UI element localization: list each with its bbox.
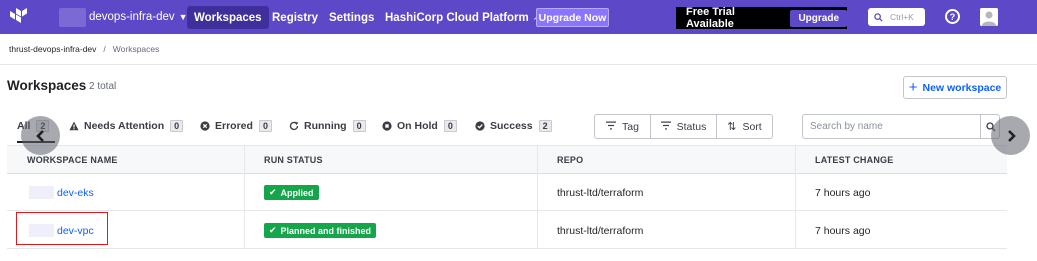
status-filter-label: Status <box>676 120 707 133</box>
workspace-link[interactable]: dev-eks <box>57 187 94 199</box>
count-badge: 2 <box>538 120 552 132</box>
new-workspace-button[interactable]: + New workspace <box>903 76 1007 99</box>
nav-label: HashiCorp Cloud Platform <box>385 11 529 24</box>
workspace-name-cell: dev-eks <box>29 174 94 211</box>
highlight-annotation-box <box>16 212 108 245</box>
divider <box>0 64 1037 65</box>
count-badge: 0 <box>258 120 272 132</box>
help-icon[interactable]: ? <box>945 9 960 24</box>
sort-label: Sort <box>742 120 762 133</box>
filter-tab-errored[interactable]: Errored 0 <box>200 114 272 138</box>
filter-tab-label: Errored <box>215 120 253 132</box>
count-badge: 0 <box>170 120 184 132</box>
breadcrumb: thrust-devops-infra-dev / Workspaces <box>9 44 159 54</box>
column-header-run-status[interactable]: RUN STATUS <box>264 146 323 174</box>
workspace-count: 2 total <box>89 81 117 92</box>
top-navigation-bar: devops-infra-dev ▼ Workspaces Registry S… <box>0 0 1037 34</box>
filter-tab-label: Success <box>490 120 533 132</box>
search-icon <box>874 12 883 22</box>
table-row[interactable]: dev-vpc ✔ Planned and finished thrust-lt… <box>7 212 1007 249</box>
column-header-latest-change[interactable]: LATEST CHANGE <box>815 146 893 174</box>
filter-icon <box>660 121 671 133</box>
count-badge: 0 <box>352 120 366 132</box>
count-badge: 0 <box>443 120 457 132</box>
status-label: Applied <box>280 187 314 198</box>
nav-hashicorp-cloud-platform[interactable]: HashiCorp Cloud Platform ↗ <box>378 6 547 29</box>
filter-tab-running[interactable]: Running 0 <box>289 114 366 138</box>
tag-filter-label: Tag <box>622 120 639 133</box>
search-shortcut: Ctrl+K <box>890 12 914 22</box>
column-divider <box>795 145 796 249</box>
plus-icon: + <box>908 79 918 96</box>
workspace-search-input[interactable] <box>803 115 978 138</box>
breadcrumb-org-link[interactable]: thrust-devops-infra-dev <box>9 44 96 54</box>
filter-button-group: Tag Status ⇅ Sort <box>594 114 773 139</box>
free-trial-text: Free Trial Available <box>686 6 735 30</box>
next-arrow-button[interactable] <box>991 116 1030 155</box>
column-header-repo[interactable]: REPO <box>557 146 583 174</box>
org-avatar <box>59 7 86 27</box>
filter-icon <box>606 121 617 133</box>
stop-circle-icon <box>382 121 392 131</box>
status-filter-button[interactable]: Status <box>651 115 717 138</box>
repo-cell: thrust-ltd/terraform <box>557 186 644 199</box>
chevron-right-icon <box>1007 129 1016 142</box>
table-row[interactable]: dev-eks ✔ Applied thrust-ltd/terraform 7… <box>7 174 1007 211</box>
tag-filter-button[interactable]: Tag <box>595 115 651 138</box>
page-title: Workspaces <box>7 78 87 93</box>
status-badge: ✔ Applied <box>264 185 319 200</box>
nav-label: Workspaces <box>194 11 262 24</box>
org-switcher[interactable]: devops-infra-dev ▼ <box>59 5 188 29</box>
filter-tab-label: Running <box>304 120 347 132</box>
terraform-logo-icon[interactable] <box>9 7 29 27</box>
status-label: Planned and finished <box>280 225 372 236</box>
free-trial-banner: Free Trial Available Upgrade <box>676 6 847 30</box>
breadcrumb-separator: / <box>103 44 106 54</box>
nav-label: Settings <box>329 11 375 24</box>
run-status-cell: ✔ Planned and finished <box>264 212 377 249</box>
nav-workspaces[interactable]: Workspaces <box>187 6 269 29</box>
global-search-button[interactable]: Ctrl+K <box>868 8 925 26</box>
check-circle-icon <box>475 121 485 131</box>
nav-registry[interactable]: Registry <box>265 6 325 29</box>
run-status-cell: ✔ Applied <box>264 174 319 211</box>
filter-tab-on-hold[interactable]: On Hold 0 <box>382 114 457 138</box>
org-name: devops-infra-dev <box>89 11 175 23</box>
column-divider <box>244 145 245 249</box>
status-badge: ✔ Planned and finished <box>264 223 377 238</box>
chevron-left-icon <box>35 129 44 142</box>
sort-arrows-icon: ⇅ <box>727 121 737 133</box>
filter-tab-success[interactable]: Success 2 <box>475 114 552 138</box>
refresh-icon <box>289 121 299 131</box>
check-icon: ✔ <box>269 225 277 235</box>
sort-button[interactable]: ⇅ Sort <box>717 115 772 138</box>
filter-tab-needs-attention[interactable]: Needs Attention 0 <box>69 114 184 138</box>
workspace-search-box <box>802 114 1000 139</box>
table-header: WORKSPACE NAME RUN STATUS REPO LATEST CH… <box>7 145 1007 174</box>
nav-label: Registry <box>272 11 319 24</box>
workspace-icon <box>29 186 54 199</box>
latest-change-cell: 7 hours ago <box>815 186 871 199</box>
upgrade-now-button[interactable]: Upgrade Now <box>536 8 609 27</box>
new-workspace-label: New workspace <box>922 81 1002 94</box>
user-avatar[interactable] <box>980 8 998 26</box>
x-circle-icon <box>200 121 210 131</box>
column-divider <box>537 145 538 249</box>
filter-tab-label: Needs Attention <box>84 120 165 132</box>
trial-upgrade-button[interactable]: Upgrade <box>790 9 847 27</box>
previous-arrow-button[interactable] <box>21 116 60 155</box>
latest-change-cell: 7 hours ago <box>815 224 871 237</box>
nav-settings[interactable]: Settings <box>322 6 381 29</box>
filter-tab-label: On Hold <box>397 120 438 132</box>
check-icon: ✔ <box>269 187 277 197</box>
repo-cell: thrust-ltd/terraform <box>557 224 644 237</box>
warning-triangle-icon <box>69 121 79 131</box>
breadcrumb-current: Workspaces <box>112 44 160 54</box>
